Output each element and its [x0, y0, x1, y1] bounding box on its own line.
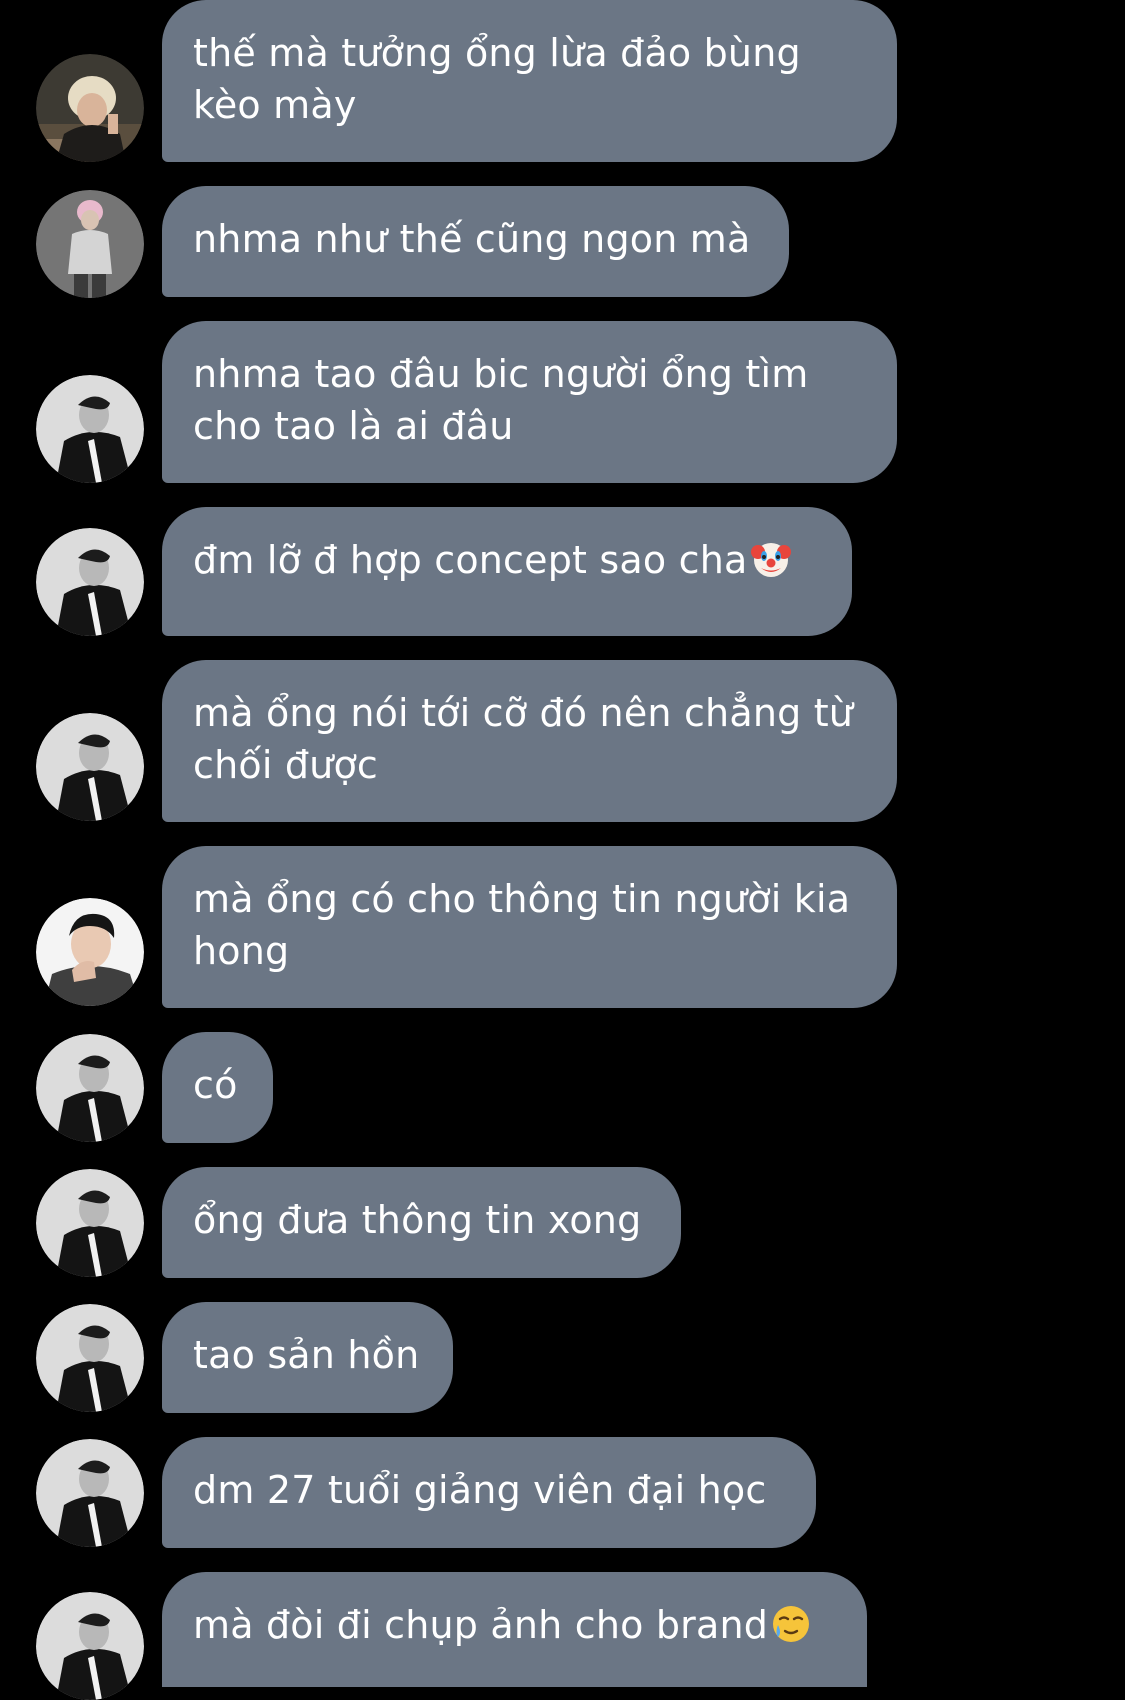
message-text: mà đòi đi chụp ảnh cho brand [193, 1603, 769, 1647]
clown-face-emoji [750, 543, 791, 577]
avatar-image [36, 1304, 144, 1412]
avatar-user-monochrome[interactable] [36, 1304, 144, 1412]
crying-smile-emoji [773, 1606, 810, 1642]
message-text: đm lỡ đ hợp concept sao cha [193, 538, 748, 582]
message-bubble[interactable]: nhma như thế cũng ngon mà [162, 186, 789, 297]
avatar-friend-dark-hair[interactable] [36, 898, 144, 1006]
message-text: dm 27 tuổi giảng viên đại học [193, 1468, 767, 1512]
message-bubble[interactable]: mà ổng có cho thông tin người kia hong [162, 846, 897, 1008]
avatar-image [36, 1034, 144, 1142]
message-text: tao sản hồn [193, 1333, 420, 1377]
avatar-image [36, 528, 144, 636]
avatar-image [36, 713, 144, 821]
message-bubble[interactable]: dm 27 tuổi giảng viên đại học [162, 1437, 816, 1548]
message-text: thế mà tưởng ổng lừa đảo bùng kèo mày [193, 31, 801, 127]
avatar-user-monochrome[interactable] [36, 528, 144, 636]
message-bubble[interactable]: thế mà tưởng ổng lừa đảo bùng kèo mày [162, 0, 897, 162]
message-bubble[interactable]: mà ổng nói tới cỡ đó nên chẳng từ chối đ… [162, 660, 897, 822]
avatar-image [36, 1169, 144, 1277]
message-bubble[interactable]: có [162, 1032, 273, 1143]
message-bubble[interactable]: đm lỡ đ hợp concept sao cha [162, 507, 852, 636]
message-text: nhma tao đâu bic người ổng tìm cho tao l… [193, 352, 809, 448]
avatar-image [36, 1592, 144, 1700]
avatar-image [36, 1439, 144, 1547]
message-bubble[interactable]: nhma tao đâu bic người ổng tìm cho tao l… [162, 321, 897, 483]
avatar-user-monochrome[interactable] [36, 1169, 144, 1277]
avatar-user-monochrome[interactable] [36, 1592, 144, 1700]
avatar-image [36, 54, 144, 162]
avatar-image [36, 375, 144, 483]
message-text: mà ổng có cho thông tin người kia hong [193, 877, 851, 973]
message-text: ổng đưa thông tin xong [193, 1198, 642, 1242]
avatar-user-monochrome[interactable] [36, 713, 144, 821]
avatar-user-monochrome[interactable] [36, 1034, 144, 1142]
avatar-image [36, 190, 144, 298]
message-text: có [193, 1063, 238, 1107]
message-text: nhma như thế cũng ngon mà [193, 217, 751, 261]
avatar-user-monochrome[interactable] [36, 1439, 144, 1547]
avatar-user-monochrome[interactable] [36, 375, 144, 483]
avatar-friend-blonde[interactable] [36, 54, 144, 162]
avatar-friend-pink-hair[interactable] [36, 190, 144, 298]
message-bubble[interactable]: tao sản hồn [162, 1302, 453, 1413]
message-text: mà ổng nói tới cỡ đó nên chẳng từ chối đ… [193, 691, 854, 787]
message-bubble[interactable]: ổng đưa thông tin xong [162, 1167, 681, 1278]
avatar-image [36, 898, 144, 1006]
message-bubble[interactable]: mà đòi đi chụp ảnh cho brand [162, 1572, 867, 1687]
